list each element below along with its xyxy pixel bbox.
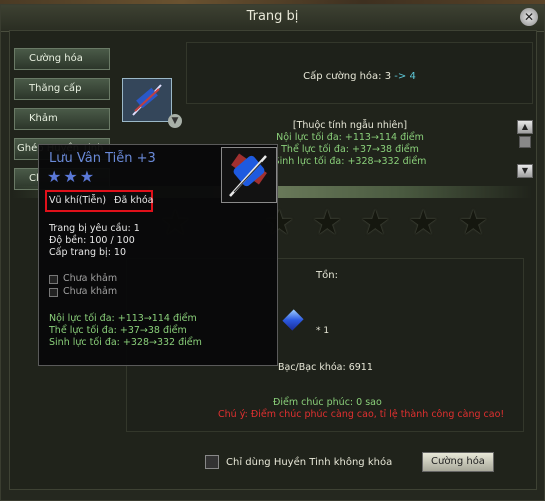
checkbox-label: Chỉ dùng Huyền Tinh không khóa bbox=[226, 457, 393, 468]
requirement-line: Trang bị yêu cầu: 1 bbox=[49, 223, 140, 234]
equipment-slot[interactable] bbox=[122, 78, 172, 122]
scroll-up-button[interactable]: ▲ bbox=[517, 120, 533, 134]
bonus-line: Thể lực tối đa: +37→38 điểm bbox=[49, 325, 187, 336]
bonus-line: Sinh lực tối đa: +328→332 điểm bbox=[49, 337, 202, 348]
item-locked: Đã khóa bbox=[114, 195, 154, 206]
star-icon: ★ bbox=[360, 203, 391, 243]
unlocked-only-checkbox[interactable] bbox=[205, 455, 219, 469]
item-type-line: Vũ khí(Tiễn) Đã khóa bbox=[49, 195, 154, 206]
socket-label: Chưa khảm bbox=[63, 286, 118, 297]
bonus-line: Nội lực tối đa: +113→114 điểm bbox=[49, 313, 197, 324]
level-new-value: 4 bbox=[409, 71, 416, 82]
sidebar-item-thang-cap[interactable]: Thăng cấp bbox=[14, 78, 110, 100]
attributes-header: [Thuộc tính ngẫu nhiên] bbox=[292, 120, 408, 131]
item-icon-frame bbox=[221, 147, 277, 203]
sidebar-item-kham[interactable]: Khảm bbox=[14, 108, 110, 130]
socket-checkbox bbox=[49, 288, 58, 297]
item-level-line: Cấp trang bị: 10 bbox=[49, 247, 127, 258]
scrollbar-thumb[interactable] bbox=[519, 136, 531, 148]
star-icon: ★ bbox=[312, 203, 343, 243]
star-icon: ★ bbox=[458, 203, 489, 243]
window-title: Trang bị bbox=[246, 9, 299, 24]
close-icon: ✕ bbox=[523, 10, 535, 24]
durability-line: Độ bền: 100 / 100 bbox=[49, 235, 135, 246]
money-text: Bạc/Bạc khóa: 6911 bbox=[278, 362, 373, 373]
title-bar[interactable]: Trang bị ✕ bbox=[1, 5, 544, 32]
upgrade-button[interactable]: Cường hóa bbox=[422, 452, 494, 472]
item-type: Vũ khí(Tiễn) bbox=[49, 195, 107, 206]
sidebar-item-cuong-hoa[interactable]: Cường hóa bbox=[14, 48, 110, 70]
level-label: Cấp cường hóa: 3 bbox=[303, 71, 392, 82]
item-stars: ★★★ bbox=[47, 167, 97, 186]
close-button[interactable]: ✕ bbox=[520, 8, 538, 26]
upgrade-level-text: Cấp cường hóa: 3 -> 4 bbox=[187, 71, 532, 82]
chevron-down-icon[interactable]: ▼ bbox=[168, 114, 182, 128]
crystal-count: * 1 bbox=[316, 326, 330, 336]
level-arrow: -> bbox=[394, 71, 407, 82]
socket-label: Chưa khảm bbox=[63, 273, 118, 284]
arrow-quiver-icon bbox=[222, 148, 276, 202]
arrow-quiver-icon bbox=[123, 79, 171, 121]
level-panel: Cấp cường hóa: 3 -> 4 bbox=[186, 42, 533, 104]
item-name: Lưu Vân Tiễn +3 bbox=[49, 151, 156, 166]
star-icon: ★ bbox=[408, 203, 439, 243]
scroll-down-button[interactable]: ▼ bbox=[517, 164, 533, 178]
warning-note: Chú ý: Điểm chúc phúc càng cao, tỉ lệ th… bbox=[218, 409, 505, 420]
attribute-line: Nội lực tối đa: +113→114 điểm bbox=[276, 132, 424, 143]
luck-text: Điểm chúc phúc: 0 sao bbox=[273, 397, 382, 408]
item-tooltip: Lưu Vân Tiễn +3 ★★★ Vũ khí(Tiễn) Đã khóa … bbox=[38, 144, 278, 366]
stone-label: Tồn: bbox=[316, 270, 338, 281]
socket-checkbox bbox=[49, 275, 58, 284]
